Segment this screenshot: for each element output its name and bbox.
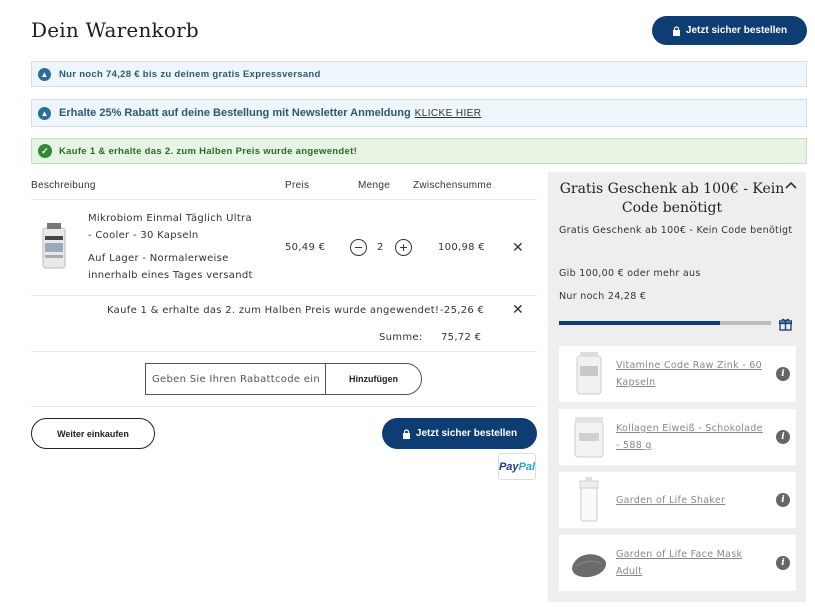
remove-item-button[interactable]: ✕ <box>512 240 524 256</box>
col-quantity: Menge <box>358 180 391 191</box>
lock-icon <box>402 428 410 439</box>
remove-discount-button[interactable]: ✕ <box>512 302 524 318</box>
continue-shopping-button[interactable]: Weiter einkaufen <box>31 418 155 449</box>
supplement-jar-icon <box>576 352 602 395</box>
product-image[interactable] <box>40 222 68 270</box>
newsletter-banner: ▲ Erhalte 25% Rabatt auf deine Bestellun… <box>31 99 807 127</box>
info-icon[interactable]: i <box>776 430 790 444</box>
gift-thumbnail <box>569 350 609 398</box>
chevron-up-icon[interactable] <box>785 180 797 194</box>
gift-progress-bar <box>559 321 771 325</box>
coupon-input[interactable] <box>145 363 325 395</box>
product-name-line1: Mikrobiom Einmal Täglich Ultra <box>88 213 252 224</box>
shaker-icon <box>579 477 599 522</box>
divider <box>31 406 537 407</box>
gift-card[interactable]: Garden of Life Shaker i <box>559 472 796 528</box>
gift-thumbnail <box>569 539 609 587</box>
gift-thumbnail <box>569 476 609 524</box>
stock-line2: innerhalb eines Tages versandt <box>88 270 253 281</box>
gift-icon <box>779 318 792 331</box>
gift-card[interactable]: Garden of Life Face Mask Adult i <box>559 535 796 591</box>
stock-line1: Auf Lager - Normalerweise <box>88 253 229 264</box>
discount-amount: -25,26 € <box>440 305 485 316</box>
gift-thumbnail <box>569 413 609 461</box>
newsletter-link[interactable]: KLICKE HIER <box>415 108 482 119</box>
checkout-label: Jetzt sicher bestellen <box>685 25 788 36</box>
info-icon: ▲ <box>38 106 51 120</box>
checkout-button-bottom[interactable]: Jetzt sicher bestellen <box>382 418 537 449</box>
qty-value[interactable]: 2 <box>377 239 384 256</box>
item-subtotal: 100,98 € <box>438 242 485 253</box>
info-icon[interactable]: i <box>776 556 790 570</box>
coupon-apply-button[interactable]: Hinzufügen <box>325 363 422 395</box>
collagen-tub-icon <box>574 417 604 458</box>
product-name-line2: - Cooler - 30 Kapseln <box>88 230 199 241</box>
paypal-logo-a: Pay <box>498 460 519 473</box>
shipping-banner: ▲ Nur noch 74,28 € bis zu deinem gratis … <box>31 61 807 87</box>
divider <box>31 351 537 352</box>
gift-name[interactable]: Kollagen Eiweiß - Schokolade - 588 g <box>616 420 766 454</box>
sidebar-subtitle: Gratis Geschenk ab 100€ - Kein Code benö… <box>559 225 793 236</box>
gift-progress-fill <box>559 321 721 325</box>
divider <box>31 199 537 200</box>
gift-name[interactable]: Vitamine Code Raw Zink - 60 Kapseln <box>616 357 766 391</box>
newsletter-text: Erhalte 25% Rabatt auf deine Bestellung … <box>59 107 411 119</box>
sum-label: Summe: <box>379 332 423 343</box>
info-icon[interactable]: i <box>776 493 790 507</box>
checkout-label: Jetzt sicher bestellen <box>415 428 518 439</box>
lock-icon <box>672 25 680 36</box>
sum-value: 75,72 € <box>441 332 482 343</box>
sidebar-remaining: Nur noch 24,28 € <box>559 291 647 302</box>
info-icon[interactable]: i <box>776 367 790 381</box>
face-mask-icon <box>572 554 607 578</box>
product-bottle-icon <box>42 223 66 269</box>
item-price: 50,49 € <box>285 242 326 253</box>
qty-minus-button[interactable]: − <box>350 239 367 256</box>
col-price: Preis <box>285 180 310 191</box>
qty-plus-button[interactable]: + <box>395 239 412 256</box>
checkout-button-top[interactable]: Jetzt sicher bestellen <box>652 16 807 45</box>
sidebar-title: Gratis Geschenk ab 100€ - Kein Code benö… <box>559 181 785 216</box>
promo-applied-banner: ✓ Kaufe 1 & erhalte das 2. zum Halben Pr… <box>31 138 807 164</box>
gift-name[interactable]: Garden of Life Face Mask Adult <box>616 546 766 580</box>
coupon-form: Hinzufügen <box>145 363 422 395</box>
info-icon: ▲ <box>38 67 51 81</box>
sidebar-threshold: Gib 100,00 € oder mehr aus <box>559 268 701 279</box>
check-icon: ✓ <box>38 144 52 158</box>
gift-card[interactable]: Kollagen Eiweiß - Schokolade - 588 g i <box>559 409 796 465</box>
product-name[interactable]: Mikrobiom Einmal Täglich Ultra - Cooler … <box>88 210 252 244</box>
col-description: Beschreibung <box>31 180 96 191</box>
divider <box>31 295 537 296</box>
paypal-logo-b: Pal <box>518 460 536 473</box>
gift-card[interactable]: Vitamine Code Raw Zink - 60 Kapseln i <box>559 346 796 402</box>
page-title: Dein Warenkorb <box>31 18 199 42</box>
stock-status: Auf Lager - Normalerweise innerhalb eine… <box>88 250 253 284</box>
col-subtotal: Zwischensumme <box>413 180 492 191</box>
gift-name[interactable]: Garden of Life Shaker <box>616 492 766 509</box>
promo-applied-text: Kaufe 1 & erhalte das 2. zum Halben Prei… <box>59 145 358 157</box>
paypal-button[interactable]: Pay Pal <box>498 453 536 480</box>
shipping-text: Nur noch 74,28 € bis zu deinem gratis Ex… <box>59 68 321 80</box>
discount-label: Kaufe 1 & erhalte das 2. zum Halben Prei… <box>107 305 440 316</box>
